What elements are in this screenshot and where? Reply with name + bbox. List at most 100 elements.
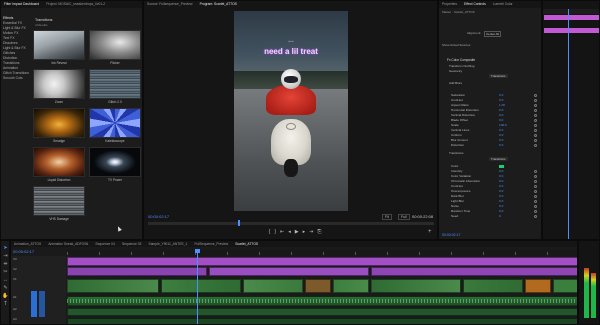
mini-playhead[interactable] [568,9,569,239]
clip-v1-d[interactable] [305,279,331,293]
track-v1[interactable]: V1 [13,277,17,281]
mini-ruler [543,9,599,14]
mouse-cursor [116,225,122,232]
tab-program[interactable]: Program: Scarlet_ATTOS [197,1,240,8]
tab-source[interactable]: Source: Fullsequence_Preview [144,1,195,8]
clip-v1-i[interactable] [553,279,577,293]
ec-row[interactable]: Distortion 0.0 [439,143,541,148]
quality-select[interactable]: Full [398,214,410,220]
clip-v1-f[interactable] [371,279,461,293]
tab-seq[interactable]: FullSequence_Preview [191,241,231,247]
tab-lumetri[interactable]: Lumetri Color [490,1,516,8]
fx-tile-kaleidoscope[interactable]: Kaleidoscope [89,108,141,145]
program-playhead[interactable] [238,220,240,226]
fx-tile-smudge[interactable]: Smudge [33,108,85,145]
ec-group-1[interactable]: Transform Clothing [449,64,474,68]
tab-effect-controls[interactable]: Effect Controls [461,1,489,8]
clip-v3[interactable] [67,257,577,266]
add-button-icon[interactable]: + [428,229,432,235]
fx-tile-liquid-distortion[interactable]: Liquid Distortion [33,147,85,184]
ec-section-title[interactable]: Fx Color Composite [447,58,475,62]
caption-line-2: need a lil treat [264,47,318,56]
effects-category-list: Effects Essential FX Light & Blur FX Mot… [3,16,31,81]
hand-icon[interactable]: ✋ [2,293,9,300]
fx-thumbnail [33,186,85,216]
fx-thumbnail [33,30,85,60]
fx-tile-tv-power[interactable]: TV Power [89,147,141,184]
fx-thumbnail [89,69,141,99]
ripple-edit-icon[interactable]: ⇹ [2,261,9,268]
fx-tile-glitch[interactable]: Glitch 2.0 [89,69,141,106]
mini-clip-bar-2[interactable] [544,28,599,33]
slip-icon[interactable]: ↔ [2,277,9,284]
fx-thumbnail [33,147,85,177]
ec-button-transitions-2[interactable]: Transitions [489,157,508,161]
ec-group-2[interactable]: Geometry [449,69,462,73]
ec-group-3[interactable]: Add Blurs [449,81,462,85]
ec-alignment-value[interactable]: Center All [484,31,502,37]
track-target-v1[interactable] [31,291,37,317]
tab-seq[interactable]: Sample_Y9011_ANTEE_1 [146,241,191,247]
go-to-in-icon[interactable]: ⇤ [280,229,288,235]
track-a3[interactable]: A3 [13,317,17,321]
tab-seq[interactable]: Animation_ATTOS [11,241,44,247]
ec-row[interactable]: Seed 0 [439,214,541,219]
fx-tile-flicker[interactable]: Flicker [89,30,141,67]
scooter-wheel [284,159,298,177]
tab-seq[interactable]: Animation Sneak_ADFOS6 [45,241,91,247]
clip-v2-purple-2[interactable] [209,267,369,276]
caption-line-1: ... [288,37,294,44]
category-item[interactable]: Smooth Cuts [3,76,31,81]
export-frame-icon[interactable]: ⎘ [317,229,325,235]
ec-group-4[interactable]: Transitions [449,151,464,155]
selection-tool-icon[interactable]: ➤ [2,245,9,252]
ec-button-transitions-1[interactable]: Transitions [489,74,508,78]
clip-v1-c[interactable] [243,279,303,293]
tab-filter-impact[interactable]: Filter Impact Dashboard [1,1,42,8]
track-v3[interactable]: V3 [13,257,17,261]
fx-thumbnail [33,108,85,138]
clip-a2[interactable] [67,308,577,316]
zoom-fit-select[interactable]: Fit [382,214,392,220]
mini-clip-bar[interactable] [544,15,599,20]
audio-waveform [67,299,577,303]
tab-properties[interactable]: Properties [439,1,460,8]
effect-controls-tabbar: Properties Effect Controls Lumetri Color [439,1,541,8]
effects-tabbar: Filter Impact Dashboard Project: MOSAIC_… [1,1,142,8]
clip-v2-purple-3[interactable] [371,267,577,276]
type-icon[interactable]: T [2,301,9,308]
scooter-headlight [286,123,296,130]
razor-icon[interactable]: ✂ [2,269,9,276]
clip-v1-e[interactable] [333,279,369,293]
monitor-tabbar: Source: Fullsequence_Preview Program: Sc… [144,1,437,8]
clip-v2-purple-1[interactable] [67,267,207,276]
fx-tile-ink-reveal[interactable]: Ink Reveal [33,30,85,67]
fx-tile-vhs-damage[interactable]: VHS Damage [33,186,85,223]
clip-v1-a[interactable] [67,279,159,293]
tab-seq[interactable]: Sequence 03 [119,241,144,247]
pen-icon[interactable]: ✎ [2,285,9,292]
tab-project-1[interactable]: Project: MOSAIC_sneakerdrops_0v01-2 [43,1,108,8]
ec-show-sources[interactable]: Show Actual Sources [442,43,470,47]
tab-seq-active[interactable]: Scarlet_ATTOS [232,241,261,247]
clip-v1-g[interactable] [463,279,523,293]
track-target-a[interactable] [39,291,45,317]
tab-seq[interactable]: Sequence 04 [92,241,117,247]
meter-right [591,273,596,318]
play-icon[interactable]: ▶ [295,229,303,235]
timeline-playhead[interactable] [197,249,198,324]
timeline-playhead-cap[interactable] [195,249,200,253]
fx-label: Smudge [53,139,65,143]
clip-v1-b[interactable] [161,279,241,293]
color-swatch[interactable] [499,165,504,168]
video-frame[interactable]: ... need a lil treat [234,11,348,211]
track-a2[interactable]: A2 [13,307,17,311]
track-v2[interactable]: V2 [13,267,17,271]
track-select-icon[interactable]: ⇥ [2,253,9,260]
clip-a3[interactable] [67,318,577,324]
track-a1[interactable]: A1 [13,295,17,299]
program-scrub-bar[interactable] [148,222,434,225]
fx-thumbnail [89,30,141,60]
clip-v1-h[interactable] [525,279,551,293]
fx-tile-zoom[interactable]: Zoom [33,69,85,106]
